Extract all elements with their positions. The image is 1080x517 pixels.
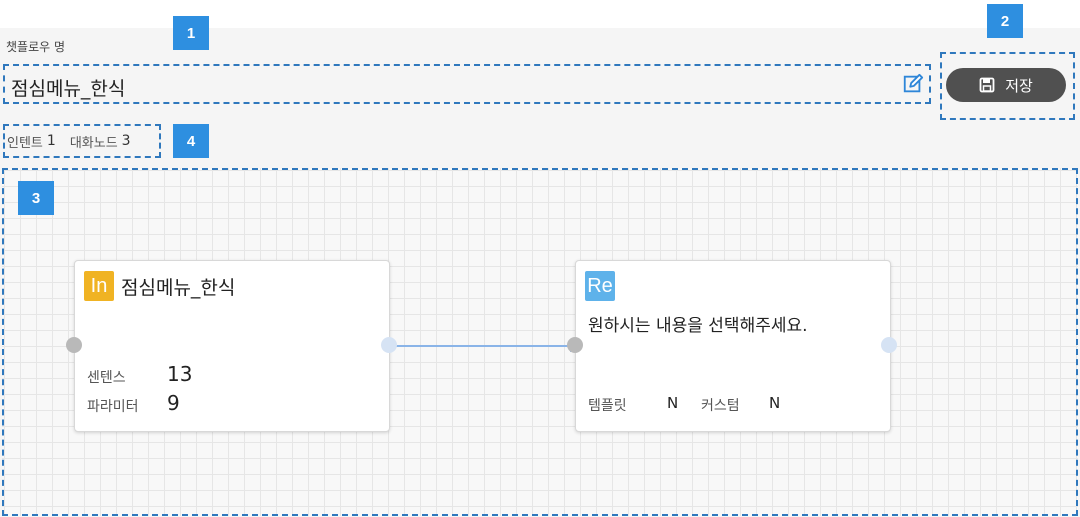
intent-count-label: 인텐트	[7, 135, 43, 151]
annotation-badge-3: 3	[18, 181, 54, 215]
flow-canvas[interactable]: In 점심메뉴_한식 센텐스 13 파라미터 9 Re 원하시는 내용을 선택해…	[2, 168, 1078, 516]
dialog-count-value: 3	[121, 133, 131, 149]
chatflow-name-label: 챗플로우 명	[6, 40, 66, 54]
response-input-port[interactable]	[567, 337, 583, 353]
parameter-count: 9	[167, 391, 180, 415]
intent-count-value: 1	[46, 133, 56, 149]
dialog-count-label: 대화노드	[69, 135, 118, 151]
annotation-badge-1: 1	[173, 16, 209, 50]
edit-icon[interactable]	[902, 73, 924, 95]
custom-value: N	[769, 394, 781, 412]
custom-label: 커스텀	[701, 398, 740, 414]
intent-type-badge: In	[84, 271, 114, 301]
save-button-label: 저장	[1005, 76, 1033, 95]
annotation-badge-2: 2	[987, 4, 1023, 38]
response-output-port[interactable]	[881, 337, 897, 353]
intent-input-port[interactable]	[66, 337, 82, 353]
sentence-count: 13	[167, 362, 193, 386]
parameter-label: 파라미터	[87, 399, 139, 415]
template-value: N	[667, 394, 679, 412]
chatflow-name-field[interactable]: 점심메뉴_한식	[3, 64, 931, 104]
annotation-badge-4: 4	[173, 124, 209, 158]
intent-output-port[interactable]	[381, 337, 397, 353]
sentence-label: 센텐스	[87, 370, 126, 386]
node-counts: 인텐트 1 대화노드 3	[3, 124, 161, 158]
save-button[interactable]: 저장	[946, 68, 1066, 102]
intent-node-title: 점심메뉴_한식	[121, 277, 236, 299]
response-node[interactable]: Re 원하시는 내용을 선택해주세요. 템플릿 N 커스텀 N	[575, 260, 891, 432]
template-label: 템플릿	[588, 398, 627, 414]
intent-node[interactable]: In 점심메뉴_한식 센텐스 13 파라미터 9	[74, 260, 390, 432]
response-type-badge: Re	[585, 271, 615, 301]
floppy-disk-icon	[979, 77, 995, 93]
chatflow-name-value: 점심메뉴_한식	[11, 78, 126, 100]
response-message: 원하시는 내용을 선택해주세요.	[588, 316, 808, 336]
save-area: 저장	[940, 52, 1075, 120]
